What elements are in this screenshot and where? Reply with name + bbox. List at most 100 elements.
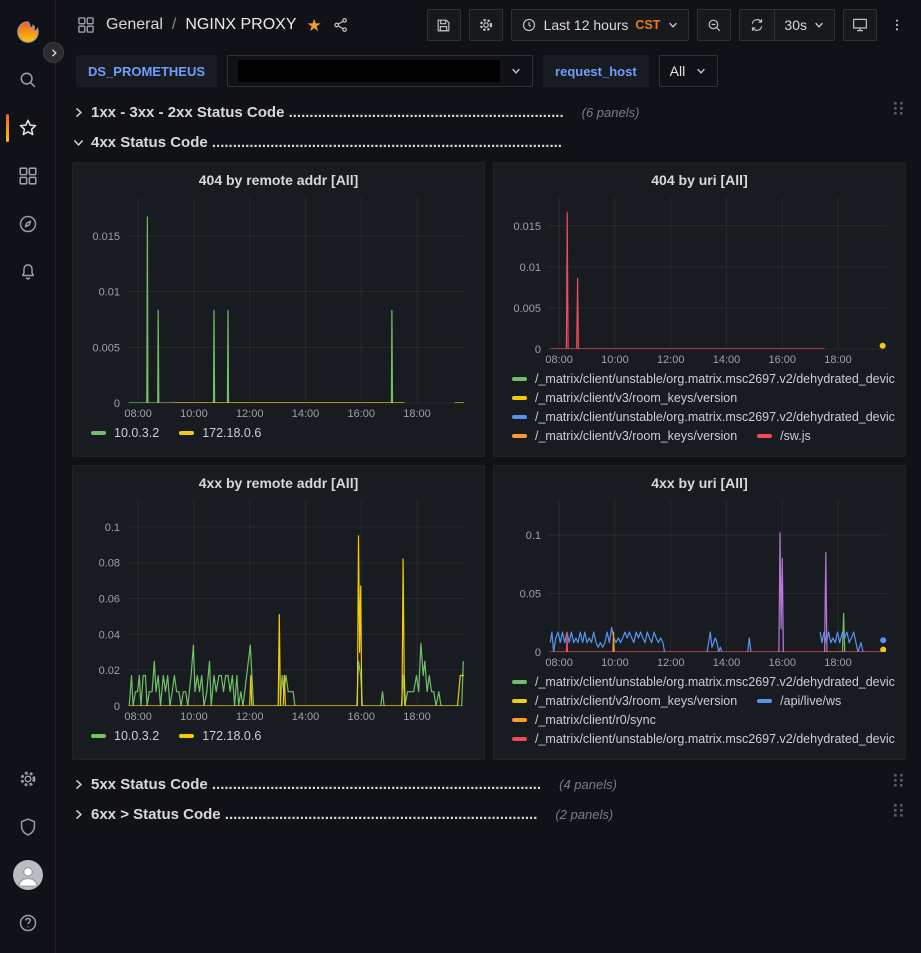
legend-item[interactable]: /_matrix/client/unstable/org.matrix.msc2…: [512, 410, 895, 424]
chart-panel: 404 by uri [All] 08:0010:0012:0014:0016:…: [493, 162, 906, 457]
monitor-icon: [851, 16, 869, 34]
sidebar-item-search[interactable]: [0, 56, 56, 104]
panel-legend: 10.0.3.2 172.18.0.6: [83, 725, 474, 751]
page-title[interactable]: NGINX PROXY: [185, 16, 296, 34]
legend-item[interactable]: /_matrix/client/r0/sync: [512, 713, 656, 727]
svg-text:0.005: 0.005: [92, 342, 120, 354]
time-series-svg: 08:0010:0012:0014:0016:0018:0000.050.1: [504, 495, 895, 671]
sidebar-item-dashboards[interactable]: [0, 152, 56, 200]
legend-item[interactable]: /_matrix/client/v3/room_keys/version: [512, 429, 737, 443]
legend-swatch: [512, 718, 527, 722]
legend-item[interactable]: /sw.js: [757, 429, 811, 443]
panel-title[interactable]: 404 by remote addr [All]: [83, 168, 474, 192]
kiosk-mode-button[interactable]: [843, 9, 877, 41]
sidebar: [0, 0, 56, 953]
legend-item[interactable]: /_matrix/client/unstable/org.matrix.msc2…: [512, 732, 895, 746]
sidebar-item-configuration[interactable]: [0, 755, 56, 803]
drag-dots-icon: [893, 803, 904, 821]
refresh-button[interactable]: [740, 10, 774, 40]
svg-text:14:00: 14:00: [292, 711, 320, 723]
grafana-app: General / NGINX PROXY ★: [0, 0, 921, 953]
legend-swatch: [757, 434, 772, 438]
legend-swatch: [512, 434, 527, 438]
svg-text:14:00: 14:00: [713, 657, 741, 669]
panel-title[interactable]: 4xx by uri [All]: [504, 471, 895, 495]
time-range-picker[interactable]: Last 12 hours CST: [511, 9, 690, 41]
more-options-button[interactable]: [885, 9, 909, 41]
variable-select-request-host[interactable]: All: [659, 55, 719, 87]
chart-area[interactable]: 08:0010:0012:0014:0016:0018:0000.050.1: [504, 495, 895, 671]
legend-item[interactable]: 172.18.0.6: [179, 426, 261, 440]
sidebar-item-starred[interactable]: [0, 104, 56, 152]
row-title: 4xx Status Code ........................…: [91, 134, 562, 151]
person-icon: [13, 860, 43, 890]
svg-text:10:00: 10:00: [601, 354, 629, 366]
panel-title[interactable]: 4xx by remote addr [All]: [83, 471, 474, 495]
svg-text:18:00: 18:00: [824, 354, 852, 366]
grafana-logo-icon: [15, 19, 41, 45]
row-header-5xx[interactable]: 5xx Status Code ........................…: [72, 770, 906, 798]
chart-area[interactable]: 08:0010:0012:0014:0016:0018:0000.020.040…: [83, 495, 474, 725]
row-drag-handle[interactable]: [891, 771, 906, 798]
legend-label: /_matrix/client/unstable/org.matrix.msc2…: [535, 675, 895, 689]
sidebar-item-alerting[interactable]: [0, 248, 56, 296]
variable-value: All: [670, 63, 686, 79]
row-header-4xx[interactable]: 4xx Status Code ........................…: [72, 128, 906, 156]
gear-icon: [17, 768, 39, 790]
legend-item[interactable]: /_matrix/client/v3/room_keys/version: [512, 391, 737, 405]
variable-label-request-host[interactable]: request_host: [543, 55, 649, 87]
svg-text:16:00: 16:00: [768, 657, 796, 669]
breadcrumb-section[interactable]: General: [106, 16, 163, 34]
row-drag-handle[interactable]: [891, 99, 906, 126]
clock-icon: [521, 17, 537, 33]
legend-item[interactable]: /api/live/ws: [757, 694, 841, 708]
star-icon: [17, 117, 39, 139]
legend-label: /sw.js: [780, 429, 811, 443]
kebab-menu-icon: [889, 17, 905, 33]
save-dashboard-button[interactable]: [427, 9, 461, 41]
svg-text:08:00: 08:00: [545, 657, 573, 669]
zoom-out-time-button[interactable]: [697, 9, 731, 41]
legend-swatch: [512, 377, 527, 381]
row-drag-handle[interactable]: [891, 801, 906, 828]
svg-text:0: 0: [535, 647, 541, 659]
legend-item[interactable]: 10.0.3.2: [91, 729, 159, 743]
sidebar-item-profile[interactable]: [0, 851, 56, 899]
dashboard-scroll-area: 1xx - 3xx - 2xx Status Code ............…: [56, 92, 921, 953]
legend-item[interactable]: 172.18.0.6: [179, 729, 261, 743]
sidebar-expand-button[interactable]: [43, 42, 64, 63]
variable-select-ds-prometheus[interactable]: [227, 55, 533, 87]
row-header-6xx[interactable]: 6xx > Status Code ......................…: [72, 800, 906, 828]
legend-item[interactable]: /_matrix/client/v3/room_keys/version: [512, 694, 737, 708]
dashboard-settings-button[interactable]: [469, 9, 503, 41]
svg-text:0.1: 0.1: [526, 530, 541, 542]
panel-title[interactable]: 404 by uri [All]: [504, 168, 895, 192]
sidebar-item-explore[interactable]: [0, 200, 56, 248]
sidebar-item-server-admin[interactable]: [0, 803, 56, 851]
legend-swatch: [757, 699, 772, 703]
panel-legend: /_matrix/client/unstable/org.matrix.msc2…: [504, 671, 895, 751]
refresh-interval-dropdown[interactable]: 30s: [775, 10, 834, 40]
chevron-right-icon: [72, 136, 85, 149]
legend-item[interactable]: /_matrix/client/unstable/org.matrix.msc2…: [512, 372, 895, 386]
legend-item[interactable]: /_matrix/client/unstable/org.matrix.msc2…: [512, 675, 895, 689]
share-icon[interactable]: [332, 16, 350, 34]
svg-text:0: 0: [535, 344, 541, 356]
row-panel-count: (4 panels): [559, 777, 617, 792]
chart-area[interactable]: 08:0010:0012:0014:0016:0018:0000.0050.01…: [83, 192, 474, 422]
svg-text:18:00: 18:00: [403, 711, 431, 723]
apps-grid-icon[interactable]: [76, 15, 96, 35]
variable-label-ds-prometheus[interactable]: DS_PROMETHEUS: [76, 55, 217, 87]
sidebar-item-help[interactable]: [0, 899, 56, 947]
legend-label: /_matrix/client/unstable/org.matrix.msc2…: [535, 410, 895, 424]
favorite-star-icon[interactable]: ★: [307, 17, 322, 34]
chart-area[interactable]: 08:0010:0012:0014:0016:0018:0000.0050.01…: [504, 192, 895, 368]
legend-label: /_matrix/client/unstable/org.matrix.msc2…: [535, 732, 895, 746]
legend-label: 10.0.3.2: [114, 426, 159, 440]
legend-swatch: [91, 431, 106, 435]
time-series-svg: 08:0010:0012:0014:0016:0018:0000.020.040…: [83, 495, 474, 725]
legend-label: /api/live/ws: [780, 694, 841, 708]
refresh-icon: [749, 17, 765, 33]
row-header-1xx-3xx-2xx[interactable]: 1xx - 3xx - 2xx Status Code ............…: [72, 98, 906, 126]
legend-item[interactable]: 10.0.3.2: [91, 426, 159, 440]
